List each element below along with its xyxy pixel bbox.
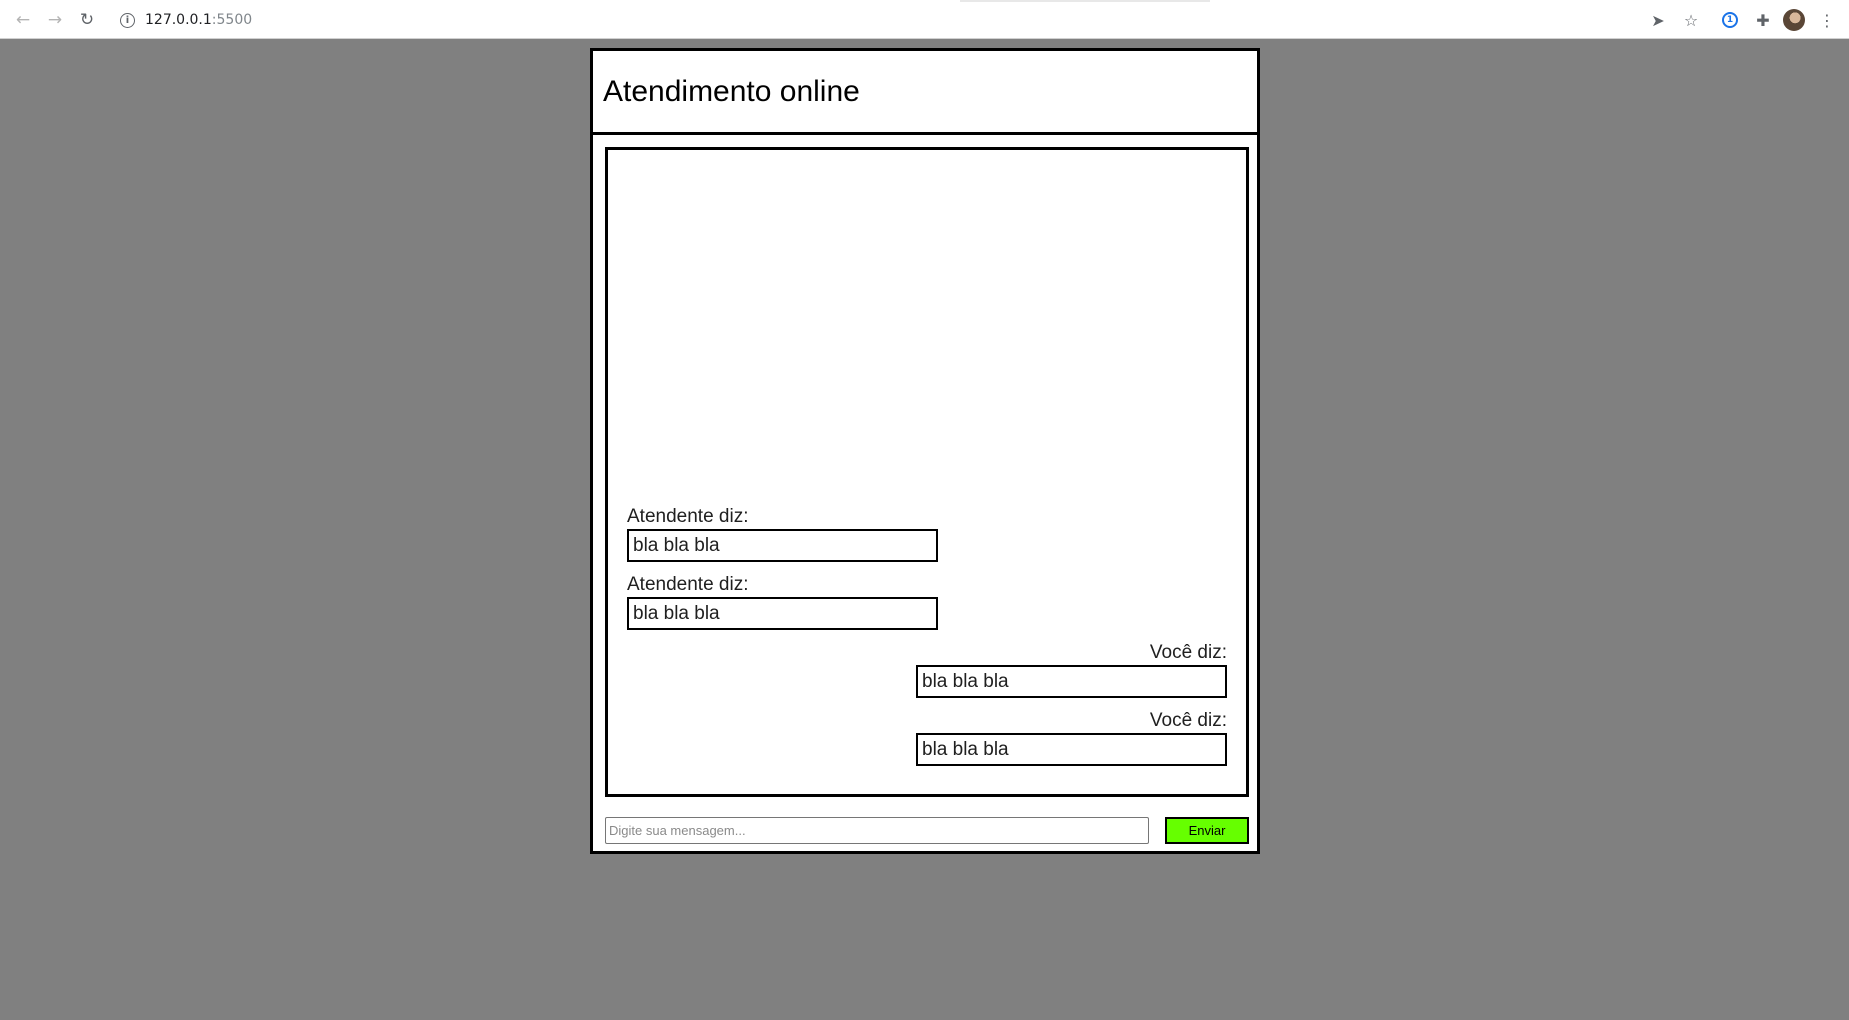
info-icon[interactable]: i [120,12,135,28]
message-sender: Atendente diz: [627,574,749,595]
message-item: Você diz: bla bla bla [627,708,1227,766]
url-host: 127.0.0.1 [145,12,212,28]
password-manager-button[interactable]: 1 [1719,9,1741,31]
message-item: Atendente diz: bla bla bla [627,504,1227,562]
message-text: bla bla bla [627,597,938,630]
menu-button[interactable]: ⋮ [1816,9,1838,31]
password-manager-icon: 1 [1722,12,1738,28]
message-item: Você diz: bla bla bla [627,640,1227,698]
message-sender: Você diz: [1149,642,1227,663]
message-composer: Enviar [605,817,1249,845]
message-text: bla bla bla [627,529,938,562]
forward-button[interactable]: → [42,8,68,32]
message-input[interactable] [605,817,1149,844]
page-title: Atendimento online [603,75,860,108]
bookmark-button[interactable]: ☆ [1680,9,1702,31]
reload-button[interactable]: ↻ [74,8,100,32]
back-button[interactable]: ← [10,8,36,32]
message-item: Atendente diz: bla bla bla [627,572,1227,630]
puzzle-icon: ✚ [1756,10,1770,30]
extensions-button[interactable]: ✚ [1752,9,1774,31]
arrow-left-icon: ← [15,10,31,30]
send-button[interactable]: ➤ [1647,9,1669,31]
chat-header: Atendimento online [593,51,1257,135]
send-message-button[interactable]: Enviar [1165,817,1249,844]
message-sender: Você diz: [1149,710,1227,731]
messages-area[interactable]: Atendente diz: bla bla bla Atendente diz… [605,147,1249,797]
address-bar[interactable]: i 127.0.0.1:5500 [110,6,1710,34]
arrow-right-icon: → [47,10,63,30]
profile-button[interactable] [1783,9,1805,31]
message-text: bla bla bla [916,733,1227,766]
browser-toolbar: ← → ↻ i 127.0.0.1:5500 ➤ ☆ 1 ✚ ⋮ [0,0,1849,39]
send-icon: ➤ [1651,10,1665,30]
url-port: :5500 [211,12,253,28]
kebab-menu-icon: ⋮ [1819,10,1835,30]
message-sender: Atendente diz: [627,506,749,527]
reload-icon: ↻ [79,10,95,30]
avatar [1783,9,1805,31]
message-text: bla bla bla [916,665,1227,698]
star-icon: ☆ [1683,10,1699,30]
tab-strip-edge [960,0,1210,2]
chat-container: Atendimento online Atendente diz: bla bl… [590,48,1260,854]
